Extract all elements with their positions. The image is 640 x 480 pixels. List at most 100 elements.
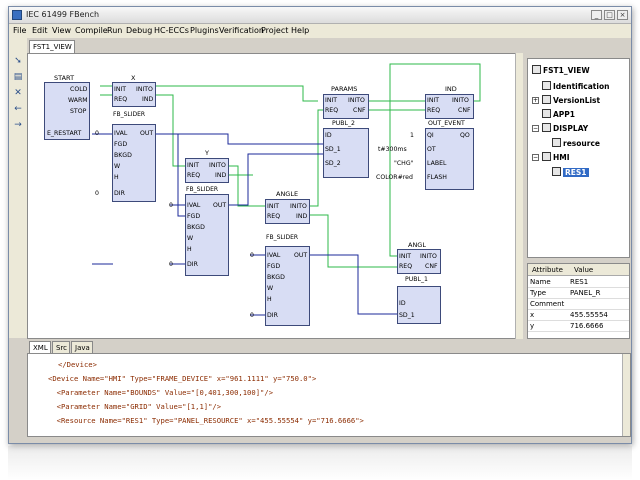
select-tool-icon[interactable]: ➘ bbox=[13, 56, 23, 66]
title-bar: IEC 61499 FBench _ □ × bbox=[9, 7, 631, 24]
side-toolbar: ➘ ▤ ✕ ← → bbox=[9, 38, 27, 338]
y-port-fgd: FGD bbox=[187, 213, 201, 220]
y-port-bkgd: BKGD bbox=[187, 224, 205, 231]
ind-const-flash: COLOR#red bbox=[376, 174, 413, 181]
fb-diagram-canvas[interactable]: START COLD WARM STOP E_RESTART X INIT RE… bbox=[27, 53, 523, 339]
start-port-warm: WARM bbox=[68, 97, 88, 104]
y-const-ival: 0 bbox=[169, 202, 173, 209]
ind-const-ot: t#300ms bbox=[378, 146, 407, 153]
params-port-sd2: SD_2 bbox=[325, 160, 341, 167]
resource-icon bbox=[552, 167, 561, 176]
ind-port-cnf: CNF bbox=[458, 107, 471, 114]
menu-project[interactable]: Project bbox=[261, 26, 288, 35]
arrow-right-icon[interactable]: → bbox=[13, 120, 23, 130]
x-port-ival: IVAL bbox=[114, 130, 128, 137]
bottom-tabstrip: XML Src Java bbox=[27, 339, 631, 353]
ind-port-label: LABEL bbox=[427, 160, 447, 167]
tab-xml[interactable]: XML bbox=[29, 341, 51, 353]
angl-port-req: REQ bbox=[399, 263, 413, 270]
tab-java[interactable]: Java bbox=[71, 341, 93, 353]
table-row[interactable]: Type PANEL_R bbox=[528, 288, 629, 299]
angle-port-out: OUT bbox=[294, 252, 308, 259]
open-folder-icon[interactable]: ▤ bbox=[13, 72, 23, 82]
ind-port-init: INIT bbox=[427, 97, 440, 104]
start-port-restart: E_RESTART bbox=[47, 130, 82, 137]
expand-versionlist-icon[interactable]: + bbox=[532, 97, 539, 104]
collapse-hmi-icon[interactable]: − bbox=[532, 154, 539, 161]
menu-help[interactable]: Help bbox=[291, 26, 309, 35]
app-window: IEC 61499 FBench _ □ × File Edit View Co… bbox=[8, 6, 632, 444]
arrow-left-icon[interactable]: ← bbox=[13, 104, 23, 114]
editor-vertical-scrollbar[interactable] bbox=[622, 354, 630, 436]
angl-port-inito: INITO bbox=[420, 253, 437, 260]
params-port-cnf: CNF bbox=[353, 107, 366, 114]
angle-const-dir: 0 bbox=[250, 312, 254, 319]
ind-port-flash: FLASH bbox=[427, 174, 447, 181]
tree-item-identification[interactable]: Identification bbox=[542, 81, 609, 91]
fb-network-icon bbox=[532, 65, 541, 74]
x-type: FB_SLIDER bbox=[113, 111, 146, 118]
project-tree: FST1_VIEW Identification + VersionList A… bbox=[527, 58, 630, 258]
device-icon bbox=[542, 123, 551, 132]
angle-type: FB_SLIDER bbox=[266, 234, 299, 241]
event-wire bbox=[228, 165, 266, 207]
tree-item-res1[interactable]: RES1 bbox=[552, 167, 589, 177]
y-const-dir: 0 bbox=[169, 261, 173, 268]
ind-type: OUT_EVENT bbox=[428, 120, 465, 127]
window-title: IEC 61499 FBench bbox=[26, 10, 100, 19]
collapse-display-icon[interactable]: − bbox=[532, 125, 539, 132]
properties-header: Attribute Value bbox=[528, 264, 629, 276]
minimize-icon[interactable]: _ bbox=[591, 10, 602, 20]
angl-block-title: ANGL bbox=[408, 241, 426, 249]
x-block-title: X bbox=[131, 74, 136, 82]
table-row[interactable]: Comment bbox=[528, 299, 629, 310]
x-port-req: REQ bbox=[114, 96, 128, 103]
angl-port-cnf: CNF bbox=[425, 263, 438, 270]
menu-compile[interactable]: Compile bbox=[75, 26, 108, 35]
tree-item-hmi[interactable]: HMI bbox=[542, 152, 570, 162]
x-port-inito: INITO bbox=[136, 86, 153, 93]
menu-debug[interactable]: Debug bbox=[126, 26, 152, 35]
y-port-req: REQ bbox=[187, 172, 201, 179]
y-port-out: OUT bbox=[213, 202, 227, 209]
canvas-vertical-scrollbar[interactable] bbox=[515, 53, 523, 339]
maximize-icon[interactable]: □ bbox=[604, 10, 615, 20]
angl-port-sd1: SD_1 bbox=[399, 312, 415, 319]
x-const-ival: 0 bbox=[95, 130, 99, 137]
tab-fst1-view[interactable]: FST1_VIEW bbox=[29, 40, 75, 53]
params-port-req: REQ bbox=[325, 107, 339, 114]
table-row[interactable]: y 716.6666 bbox=[528, 321, 629, 332]
tree-item-resource[interactable]: resource bbox=[552, 138, 600, 148]
angle-port-ind: IND bbox=[296, 213, 308, 220]
tab-src[interactable]: Src bbox=[52, 341, 70, 353]
menu-run[interactable]: Run bbox=[107, 26, 122, 35]
params-port-inito: INITO bbox=[348, 97, 365, 104]
angle-const-ival: 0 bbox=[250, 252, 254, 259]
ind-port-qo: QO bbox=[460, 132, 470, 139]
y-port-h: H bbox=[187, 246, 192, 253]
resource-icon bbox=[552, 138, 561, 147]
tree-item-app1[interactable]: APP1 bbox=[542, 109, 575, 119]
delete-icon[interactable]: ✕ bbox=[13, 88, 23, 98]
table-row[interactable]: x 455.55554 bbox=[528, 310, 629, 321]
start-port-stop: STOP bbox=[70, 108, 87, 115]
xml-editor[interactable]: </Device> <Device Name="HMI" Type="FRAME… bbox=[27, 353, 631, 437]
ind-const-label: "CHG" bbox=[394, 160, 414, 167]
data-wire bbox=[156, 133, 324, 145]
angl-type: PUBL_1 bbox=[405, 276, 428, 283]
y-type: FB_SLIDER bbox=[186, 186, 219, 193]
params-type: PUBL_2 bbox=[332, 120, 355, 127]
y-port-w: W bbox=[187, 235, 194, 242]
menu-edit[interactable]: Edit bbox=[32, 26, 48, 35]
menu-plugins[interactable]: Plugins bbox=[190, 26, 219, 35]
menu-verification[interactable]: Verification bbox=[219, 26, 264, 35]
menu-view[interactable]: View bbox=[52, 26, 71, 35]
angle-port-req: REQ bbox=[267, 213, 281, 220]
tree-root[interactable]: FST1_VIEW bbox=[532, 65, 590, 75]
tree-item-display[interactable]: DISPLAY bbox=[542, 123, 588, 133]
menu-hc-eccs[interactable]: HC-ECCs bbox=[154, 26, 189, 35]
close-icon[interactable]: × bbox=[617, 10, 628, 20]
menu-file[interactable]: File bbox=[13, 26, 26, 35]
table-row[interactable]: Name RES1 bbox=[528, 277, 629, 288]
tree-item-versionlist[interactable]: VersionList bbox=[542, 95, 600, 105]
